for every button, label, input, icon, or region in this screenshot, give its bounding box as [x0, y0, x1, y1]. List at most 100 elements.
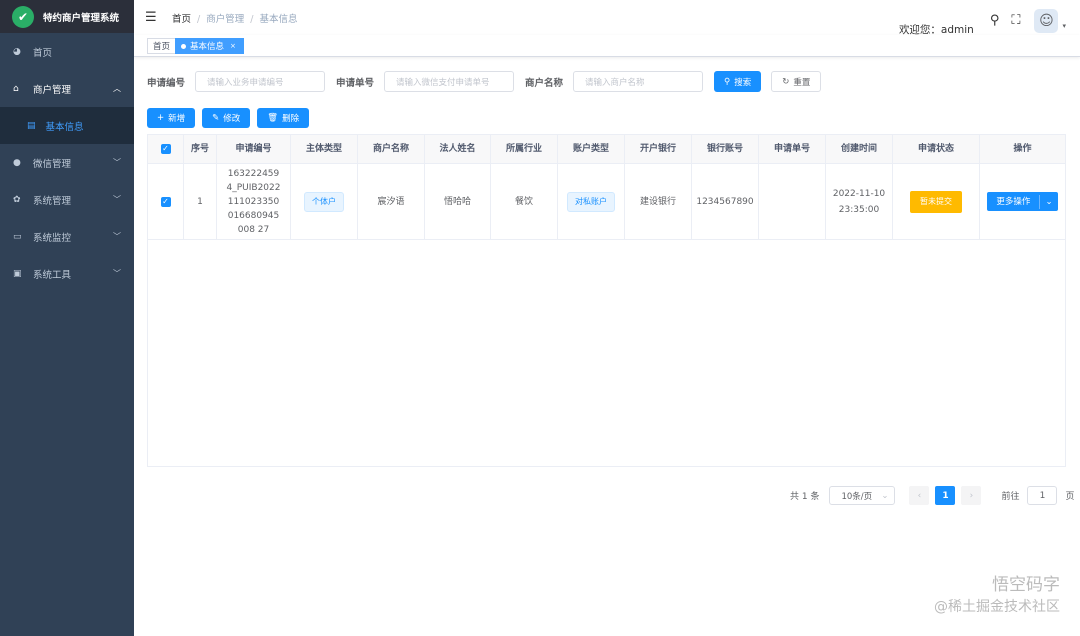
- tag-label: 基本信息: [190, 42, 225, 52]
- logo[interactable]: ✔ 特约商户管理系统: [0, 0, 134, 33]
- sidebar-item-tools[interactable]: ▣ 系统工具 ﹀: [0, 255, 134, 292]
- cell-industry: 餐饮: [491, 164, 558, 239]
- wechat-icon: ●: [13, 157, 21, 168]
- subject-type-tag: 个体户: [304, 191, 344, 212]
- sidebar-item-system[interactable]: ✿ 系统管理 ﹀: [0, 181, 134, 218]
- cell-index: 1: [184, 164, 217, 239]
- menu-label: 系统管理: [33, 195, 72, 207]
- menu-label: 基本信息: [45, 121, 84, 133]
- gear-icon: ✿: [13, 194, 21, 205]
- caret-down-icon[interactable]: ▾: [1062, 22, 1066, 30]
- cell-order-no: [759, 164, 826, 239]
- breadcrumb: 首页 / 商户管理 / 基本信息: [172, 14, 298, 25]
- tag-home[interactable]: 首页: [147, 38, 177, 54]
- search-label: 搜索: [734, 77, 752, 88]
- cell-bank: 建设银行: [625, 164, 692, 239]
- header: ☰ 首页 / 商户管理 / 基本信息 欢迎您：admin ⚲ ⛶ ☺ ▾: [134, 0, 1080, 36]
- add-label: 新增: [168, 114, 186, 124]
- merchant-label: 商户名称: [525, 77, 564, 89]
- col-header: 序号: [184, 135, 217, 163]
- menu-label: 系统监控: [33, 232, 72, 244]
- page-number[interactable]: 1: [935, 486, 956, 505]
- breadcrumb-merchant: 商户管理: [206, 14, 245, 25]
- page-size-select[interactable]: 10条/页 ⌄: [829, 486, 896, 505]
- chevron-down-icon[interactable]: ⌄: [1039, 194, 1057, 209]
- col-header: 操作: [1013, 144, 1032, 154]
- cell-apply-no: 1632224594_PUIB2022111023350016680945008…: [217, 164, 291, 239]
- col-header: 申请状态: [893, 135, 980, 163]
- col-header: 所属行业: [491, 135, 558, 163]
- chevron-down-icon: ⌄: [881, 490, 889, 501]
- reset-label: 重置: [793, 77, 811, 88]
- breadcrumb-current: 基本信息: [259, 14, 298, 25]
- reset-button[interactable]: ↻ 重置: [771, 71, 822, 92]
- col-header: 申请编号: [217, 135, 291, 163]
- sidebar-item-monitor[interactable]: ▭ 系统监控 ﹀: [0, 218, 134, 255]
- more-actions-label[interactable]: 更多操作: [987, 195, 1039, 209]
- toolbox-icon: ▣: [13, 268, 22, 279]
- apply-no-input[interactable]: 请输入业务申请编号: [195, 71, 326, 92]
- edit-label: 修改: [223, 114, 241, 124]
- monitor-icon: ▭: [13, 231, 22, 242]
- goto-label: 前往: [1001, 492, 1020, 502]
- table-row[interactable]: ✓ 1 1632224594_PUIB202211102335001668094…: [148, 164, 1065, 240]
- sidebar-item-wechat[interactable]: ● 微信管理 ﹀: [0, 144, 134, 181]
- col-header: 创建时间: [826, 135, 893, 163]
- tag-basic-info[interactable]: 基本信息 ×: [175, 38, 244, 54]
- watermark-line1: 悟空码字: [992, 575, 1060, 595]
- created-time: 23:35:00: [838, 204, 880, 215]
- select-all-checkbox[interactable]: ✓: [160, 144, 171, 154]
- app-title: 特约商户管理系统: [43, 12, 120, 24]
- breadcrumb-home[interactable]: 首页: [172, 14, 191, 25]
- order-no-label: 申请单号: [336, 77, 375, 89]
- delete-label: 删除: [282, 114, 300, 124]
- chevron-down-icon: ﹀: [113, 158, 121, 167]
- status-badge: 暂未提交: [910, 190, 962, 213]
- menu-label: 系统工具: [33, 269, 72, 281]
- list-icon: ▤: [27, 120, 36, 131]
- chevron-up-icon: ︿: [113, 84, 121, 93]
- cell-bank-account: 1234567890: [692, 164, 759, 239]
- page-size-value: 10条/页: [841, 491, 873, 502]
- col-header: 主体类型: [291, 135, 358, 163]
- merchant-table: ✓ 序号 申请编号 主体类型 商户名称 法人姓名 所属行业 账户类型 开户银行 …: [147, 134, 1066, 467]
- col-header: 申请单号: [759, 135, 826, 163]
- col-header: 法人姓名: [425, 135, 491, 163]
- cell-merchant: 宸汐语: [358, 164, 425, 239]
- dashboard-icon: ◕: [13, 46, 21, 57]
- hamburger-icon[interactable]: ☰: [145, 10, 157, 25]
- toolbar: + 新增 ✎ 修改 🗑 删除: [147, 108, 310, 128]
- tags-view: 首页 基本信息 ×: [134, 35, 1080, 57]
- sidebar: ✔ 特约商户管理系统 ◕ 首页 ⌂ 商户管理 ︿ ▤ 基本信息 ● 微信管理 ﹀ ✿ 系统管理 ﹀…: [0, 0, 134, 636]
- pagination: 共 1 条 10条/页 ⌄ ‹ 1 › 前往 1 页: [790, 486, 1074, 505]
- prev-page-button[interactable]: ‹: [909, 486, 930, 505]
- search-icon[interactable]: ⚲: [990, 13, 1000, 28]
- edit-button[interactable]: ✎ 修改: [202, 108, 251, 128]
- cell-legal: 悟哈哈: [425, 164, 491, 239]
- delete-button[interactable]: 🗑 删除: [257, 108, 310, 128]
- chevron-down-icon: ﹀: [113, 232, 121, 241]
- search-button[interactable]: ⚲ 搜索: [714, 71, 762, 92]
- more-actions-dropdown[interactable]: 更多操作 ⌄: [987, 192, 1058, 211]
- watermark: 悟空码字 @稀土掘金技术社区: [934, 574, 1060, 618]
- cell-created: 2022-11-10 23:35:00: [826, 164, 893, 239]
- goto-input[interactable]: 1: [1027, 486, 1058, 505]
- sidebar-item-basic-info[interactable]: ▤ 基本信息: [0, 107, 134, 144]
- total-count: 共 1 条: [790, 492, 820, 502]
- avatar[interactable]: ☺: [1034, 8, 1059, 33]
- col-header: 账户类型: [558, 135, 625, 163]
- merchant-input[interactable]: 请输入商户名称: [573, 71, 704, 92]
- plus-icon: +: [157, 113, 165, 123]
- next-page-button[interactable]: ›: [961, 486, 982, 505]
- fullscreen-icon[interactable]: ⛶: [1011, 13, 1020, 28]
- tag-label: 首页: [153, 42, 171, 52]
- close-icon[interactable]: ×: [230, 42, 236, 50]
- sidebar-item-merchant[interactable]: ⌂ 商户管理 ︿: [0, 70, 134, 107]
- row-checkbox[interactable]: ✓: [160, 196, 171, 207]
- wechat-pay-logo-icon: ✔: [12, 5, 34, 28]
- dot-icon: [181, 43, 186, 49]
- add-button[interactable]: + 新增: [147, 108, 196, 128]
- shop-icon: ⌂: [13, 83, 19, 94]
- order-no-input[interactable]: 请输入微信支付申请单号: [384, 71, 515, 92]
- sidebar-item-home[interactable]: ◕ 首页: [0, 33, 134, 70]
